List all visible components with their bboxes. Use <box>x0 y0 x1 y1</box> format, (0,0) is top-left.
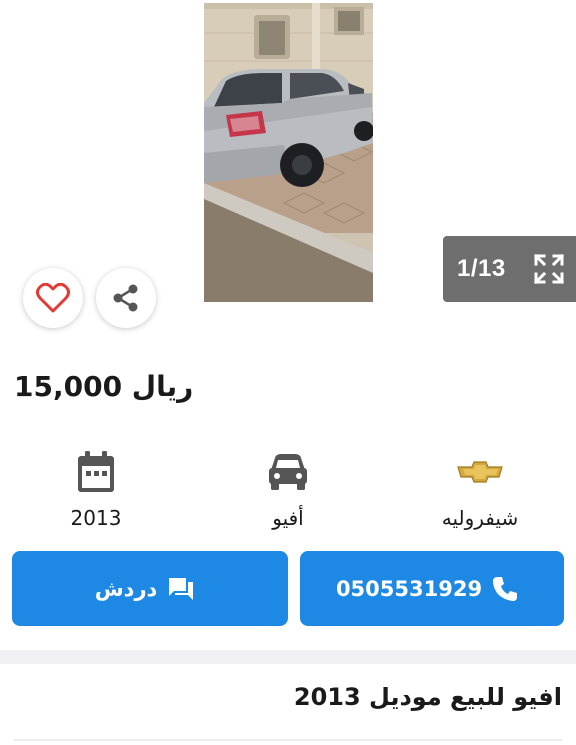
call-button[interactable]: 0505531929 <box>300 551 564 626</box>
phone-icon <box>492 576 518 602</box>
spec-year-value: 2013 <box>70 506 122 530</box>
favorite-button[interactable] <box>23 268 83 328</box>
section-divider <box>0 650 576 664</box>
share-icon <box>113 284 138 312</box>
chat-button[interactable]: دردش <box>12 551 288 626</box>
car-photo-illustration <box>204 3 373 302</box>
spec-model: أفيو <box>213 448 363 530</box>
previous-image-button[interactable] <box>28 116 68 156</box>
next-image-button[interactable] <box>506 116 546 156</box>
car-icon <box>267 448 309 496</box>
fullscreen-button[interactable] <box>532 252 566 286</box>
chevrolet-logo-icon <box>454 448 506 496</box>
share-button[interactable] <box>96 268 156 328</box>
chat-button-label: دردش <box>94 576 158 601</box>
spec-make-value: شيفروليه <box>441 506 519 530</box>
chat-icon <box>167 576 195 602</box>
listing-title: افيو للبيع موديل 2013 <box>293 683 562 711</box>
title-divider <box>14 739 562 741</box>
image-counter-text: 1/13 <box>457 255 506 282</box>
listing-price: 15,000 ريال <box>14 370 194 403</box>
chevron-right-icon <box>521 127 532 145</box>
listing-page: 1/13 15,000 ريال 2013 أفيو شيفروليه دردش… <box>0 0 576 745</box>
image-gallery[interactable]: 1/13 <box>0 0 576 328</box>
image-counter: 1/13 <box>443 236 576 302</box>
spec-year: 2013 <box>21 448 171 530</box>
heart-icon <box>36 283 70 313</box>
fullscreen-icon <box>533 253 565 285</box>
calendar-icon <box>76 448 116 496</box>
spec-make: شيفروليه <box>405 448 555 530</box>
chevron-left-icon <box>42 127 53 145</box>
call-button-label: 0505531929 <box>335 576 483 601</box>
car-photo[interactable] <box>204 3 373 302</box>
spec-model-value: أفيو <box>272 506 304 530</box>
